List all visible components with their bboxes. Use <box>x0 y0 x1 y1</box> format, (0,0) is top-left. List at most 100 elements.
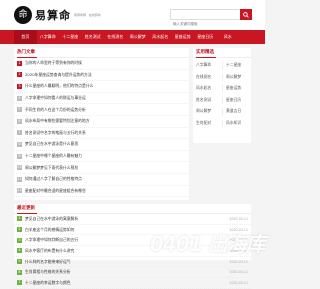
article-title[interactable]: 星座配对中最合适的星座组合有哪些 <box>25 188 189 194</box>
side-link[interactable]: 生肖配对 <box>196 120 222 128</box>
article-title[interactable]: 如何通过八字了解自己的性格特点 <box>25 176 189 182</box>
article-title[interactable]: 姓名测试中名字的笔画与五行的关系 <box>25 130 189 136</box>
search-button[interactable] <box>240 9 252 20</box>
side-link[interactable]: 风水知识 <box>222 119 248 127</box>
nav-item[interactable]: 在线测名 <box>104 30 127 44</box>
rank-badge: 2 <box>17 227 22 233</box>
rank-badge: 1 <box>17 216 22 222</box>
list-item[interactable]: 12 星座配对中最合适的星座组合有哪些 <box>14 186 189 198</box>
article-title[interactable]: 梦见自己在水中游泳的寓意解析 <box>25 216 229 222</box>
article-date: 2020-03-11 <box>229 216 248 221</box>
list-item[interactable]: 10 周公解梦梦见下雨代表什么预兆 <box>14 162 189 174</box>
list-item[interactable]: 6 风水布局中有哪些需要特别注意的地方 <box>14 116 189 128</box>
rank-badge: 7 <box>17 130 22 136</box>
list-item[interactable]: 1 当你的人命里终于等到有你的时候 <box>14 58 189 70</box>
list-item[interactable]: 5 不同生肖的人在这个月份的运势分析 <box>14 104 189 116</box>
side-link[interactable]: 风水起名 <box>196 85 222 93</box>
side-panel: 实用精选 八字算命 十二星座 在线测名 周公解梦 风水起名 星座运势 姓名测试 星座日历 周公解… <box>193 48 251 143</box>
logo-subtitle: 易算命网 · 在线算命 <box>74 13 101 17</box>
panel-title: 最近更新 <box>17 206 35 211</box>
article-title[interactable]: 生肖属相与性格的关系分析 <box>25 269 229 275</box>
article-date: 2020-03-11 <box>229 280 248 285</box>
article-title[interactable]: 十二星座中哪个星座的人最有魅力 <box>25 153 189 159</box>
list-item[interactable]: 7 姓名测试中名字的笔画与五行的关系 <box>14 128 189 140</box>
logo-mark: 命 <box>14 6 32 24</box>
nav-item[interactable]: 八字算命 <box>37 30 60 44</box>
rank-badge: 1 <box>17 60 22 66</box>
rank-badge: 11 <box>17 176 22 182</box>
hot-articles-panel: 热门文章 1 当你的人命里终于等到有你的时候 2 2020年星座运势查询与提升运势的方… <box>14 48 189 200</box>
rank-badge: 6 <box>17 269 22 275</box>
list-item[interactable]: 9 十二星座中哪个星座的人最有魅力 <box>14 151 189 163</box>
list-item[interactable]: 5 什么样的名字能带来好运气 2020-03-11 <box>14 257 251 268</box>
list-item[interactable]: 4 八字命理中如何看人的财运与事业运 <box>14 93 189 105</box>
search-box <box>170 9 252 29</box>
search-input[interactable] <box>171 19 235 29</box>
side-row: 八字算命 十二星座 <box>193 58 251 70</box>
panel-header: 最近更新 <box>14 204 251 214</box>
nav-item[interactable]: 姓名测试 <box>82 30 105 44</box>
nav-item[interactable]: 星座日历 <box>194 30 217 44</box>
rank-badge: 6 <box>17 118 22 124</box>
side-link[interactable]: 八字算命 <box>196 62 222 70</box>
article-title[interactable]: 2020年星座运势查询与提升运势的方法 <box>25 72 189 78</box>
side-link[interactable]: 十二星座 <box>222 62 248 70</box>
article-title[interactable]: 周公解梦梦见下雨代表什么预兆 <box>25 165 189 171</box>
side-link[interactable]: 星座运势 <box>222 85 248 93</box>
main-nav: 首页 八字算命 十二星座 姓名测试 在线测名 周公解梦 风水起名 星座运势 星座日历 风水 <box>0 30 265 44</box>
side-row: 风水起名 星座运势 <box>193 81 251 93</box>
rank-badge: 3 <box>17 83 22 89</box>
article-date: 2020-03-11 <box>229 259 248 264</box>
article-date: 2020-03-11 <box>229 270 248 275</box>
rank-badge: 9 <box>17 153 22 159</box>
panel-title: 热门文章 <box>17 50 35 55</box>
panel-header: 实用精选 <box>193 48 251 58</box>
list-item[interactable]: 11 如何通过八字了解自己的性格特点 <box>14 174 189 186</box>
rank-badge: 4 <box>17 248 22 254</box>
rank-badge: 5 <box>17 107 22 113</box>
nav-item[interactable]: 风水起名 <box>149 30 172 44</box>
side-row: 生肖配对 风水知识 <box>193 116 251 128</box>
side-link[interactable]: 姓名测试 <box>196 97 222 105</box>
list-item[interactable]: 6 生肖属相与性格的关系分析 2020-03-11 <box>14 267 251 279</box>
list-item[interactable]: 1 梦见自己在水中游泳的寓意解析 2020-03-11 <box>14 214 251 225</box>
article-title[interactable]: 当你的人命里终于等到有你的时候 <box>25 60 189 66</box>
nav-item[interactable]: 星座运势 <box>172 30 195 44</box>
article-title[interactable]: 什么星座的人最聪明，他们的特点是什么 <box>25 83 189 89</box>
article-title[interactable]: 梦见自己在水中游泳是什么意思 <box>25 141 189 147</box>
article-title[interactable]: 什么样的名字能带来好运气 <box>25 259 229 265</box>
article-title[interactable]: 十二星座的幸运数字与颜色 <box>25 280 229 286</box>
rank-badge: 3 <box>17 237 22 243</box>
list-item[interactable]: 3 什么星座的人最聪明，他们的特点是什么 <box>14 81 189 93</box>
list-item[interactable]: 2 2020年星座运势查询与提升运势的方法 <box>14 70 189 82</box>
article-title[interactable]: 风水布局中有哪些需要特别注意的地方 <box>25 118 189 124</box>
nav-item[interactable]: 周公解梦 <box>127 30 150 44</box>
watermark: 0401 出海库 <box>150 232 266 256</box>
site-header: 命 易算命 易算命网 · 在线算命 <box>0 0 265 30</box>
logo-text: 易算命 <box>35 9 71 22</box>
list-item[interactable]: 8 梦见自己在水中游泳是什么意思 <box>14 139 189 151</box>
side-link[interactable]: 周公解梦 <box>196 108 222 116</box>
rank-badge: 4 <box>17 95 22 101</box>
panel-header: 热门文章 <box>14 48 189 58</box>
nav-item[interactable]: 十二星座 <box>59 30 82 44</box>
nav-item[interactable]: 首页 <box>14 30 37 44</box>
search-icon <box>243 11 249 18</box>
rank-badge: 10 <box>17 165 22 171</box>
side-link[interactable]: 黄道吉日 <box>222 108 248 116</box>
site-logo[interactable]: 命 易算命 易算命网 · 在线算命 <box>14 6 112 24</box>
side-list: 八字算命 十二星座 在线测名 周公解梦 风水起名 星座运势 姓名测试 星座日历 周公解梦 黄道吉日… <box>193 58 251 127</box>
article-title[interactable]: 八字命理中如何看人的财运与事业运 <box>25 95 189 101</box>
rank-badge: 7 <box>17 280 22 286</box>
nav-item[interactable]: 风水 <box>217 30 240 44</box>
side-link[interactable]: 星座日历 <box>222 96 248 104</box>
rank-badge: 2 <box>17 72 22 78</box>
article-title[interactable]: 不同生肖的人在这个月份的运势分析 <box>25 107 189 113</box>
panel-title: 实用精选 <box>196 50 214 55</box>
side-link[interactable]: 周公解梦 <box>222 73 248 81</box>
list-item[interactable]: 7 十二星座的幸运数字与颜色 2020-03-11 <box>14 278 251 289</box>
hot-list: 1 当你的人命里终于等到有你的时候 2 2020年星座运势查询与提升运势的方法 3 什么星… <box>14 58 189 198</box>
side-link[interactable]: 在线测名 <box>196 74 222 82</box>
rank-badge: 8 <box>17 141 22 147</box>
side-row: 周公解梦 黄道吉日 <box>193 104 251 116</box>
